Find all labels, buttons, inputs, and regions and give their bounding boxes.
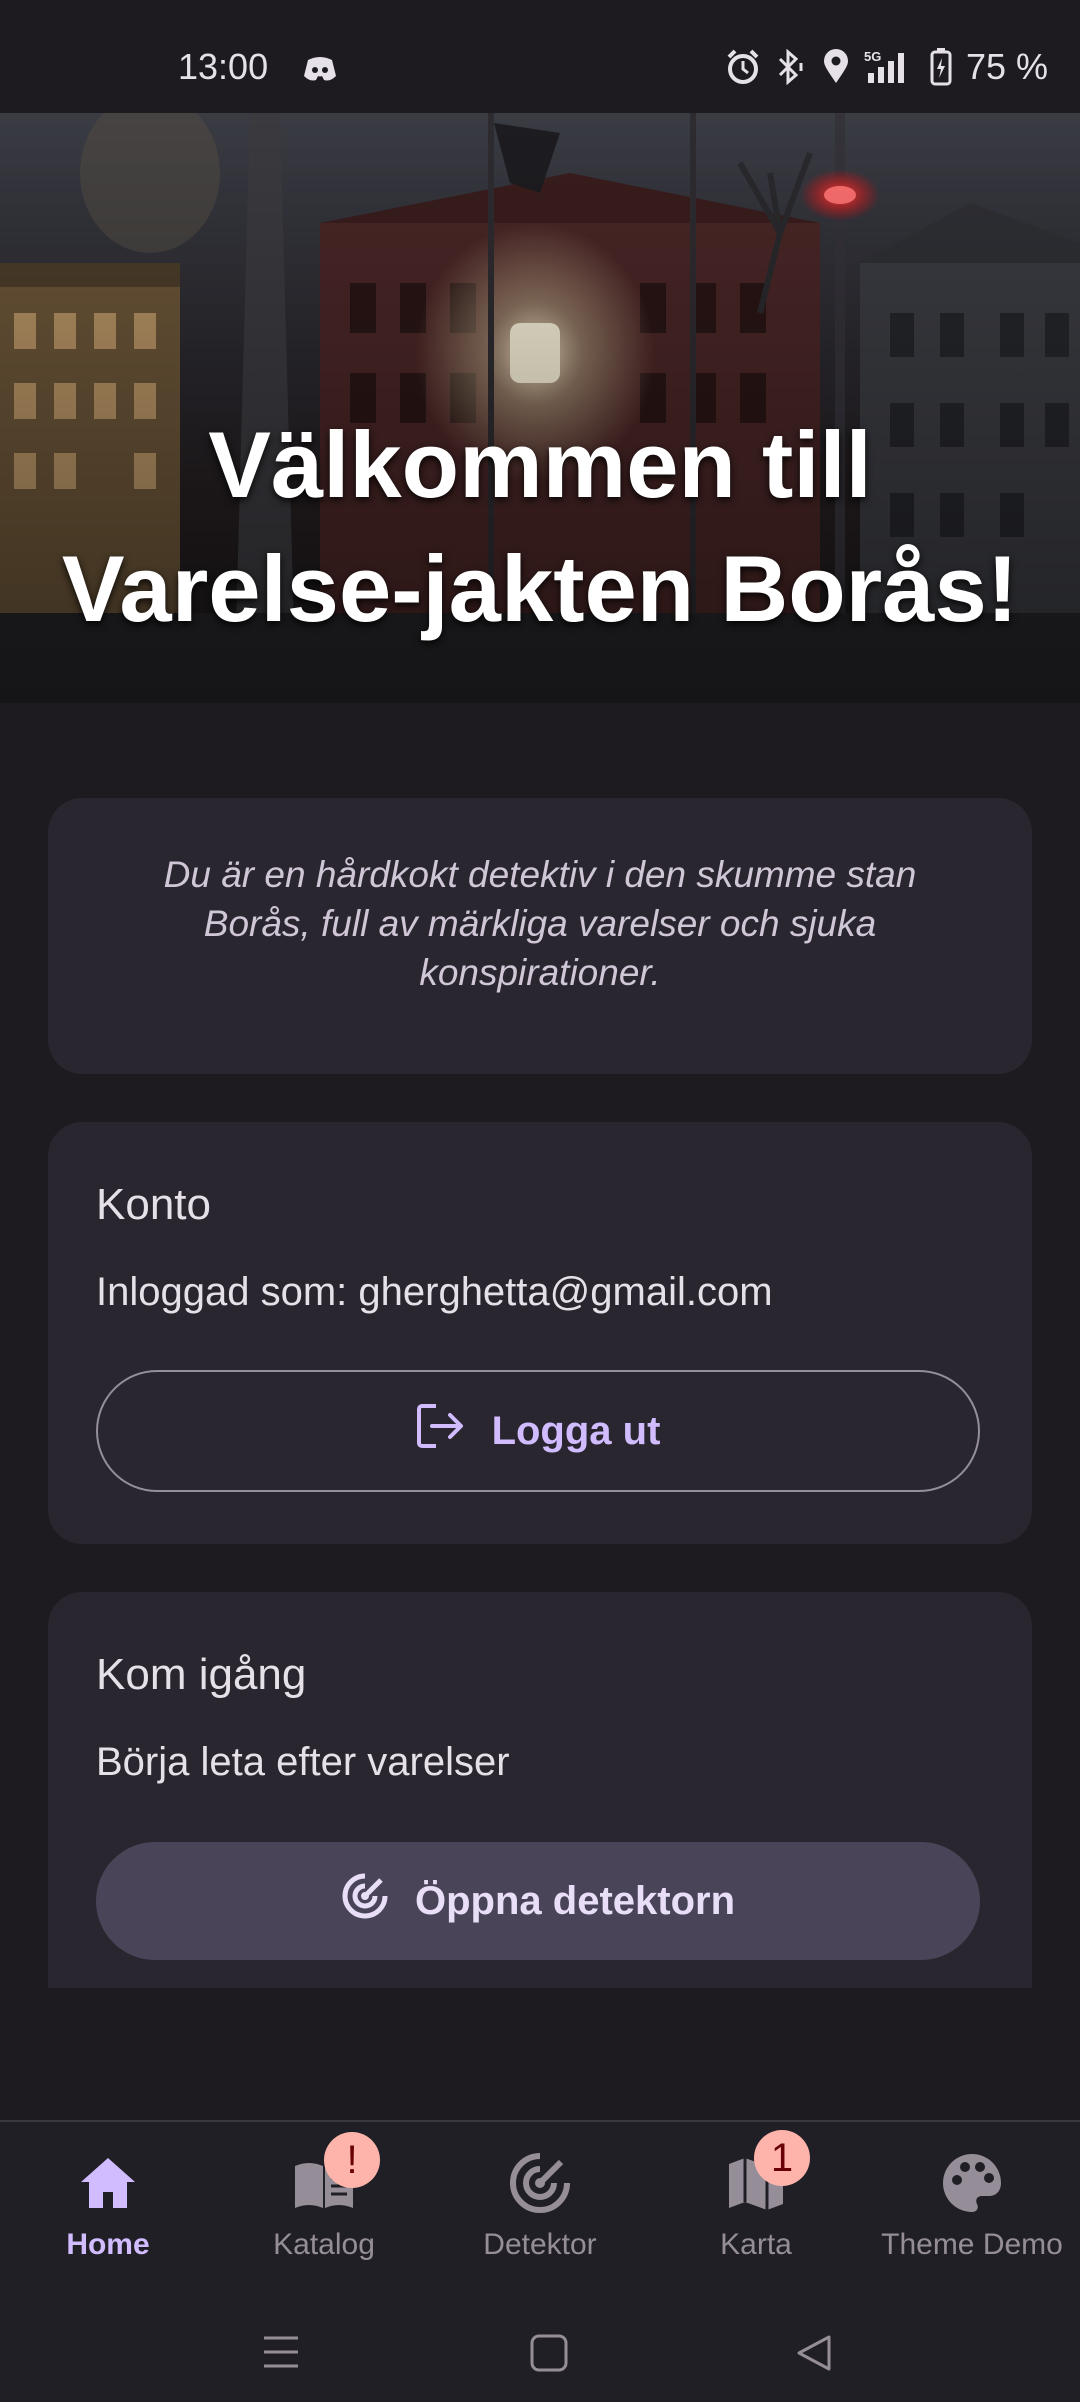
home-system-icon[interactable] [530, 2334, 568, 2372]
nav-theme-demo[interactable]: Theme Demo [864, 2122, 1080, 2312]
hero-banner: Välkommen till Varelse-jakten Borås! [0, 113, 1080, 703]
bluetooth-icon [774, 49, 808, 85]
welcome-title-line-2: Varelse-jakten Borås! [61, 536, 1019, 641]
nav-home-label: Home [66, 2228, 150, 2261]
intro-card: Du är en hårdkokt detektiv i den skumme … [48, 798, 1032, 1074]
karta-badge: 1 [754, 2130, 810, 2186]
nav-detektor[interactable]: Detektor [432, 2122, 648, 2312]
back-icon[interactable] [796, 2334, 832, 2372]
radar-icon [510, 2153, 570, 2213]
bottom-navigation: Home ! Katalog Detektor 1 Karta Theme De… [0, 2120, 1080, 2402]
get-started-title: Kom igång [96, 1650, 307, 1699]
system-navigation-bar [0, 2318, 1080, 2398]
logout-icon [416, 1403, 466, 1459]
account-card: Konto Inloggad som: gherghetta@gmail.com… [48, 1122, 1032, 1544]
svg-text:5G: 5G [864, 49, 881, 64]
nav-detektor-label: Detektor [483, 2228, 597, 2261]
alarm-icon [726, 49, 760, 85]
nav-katalog[interactable]: ! Katalog [216, 2122, 432, 2312]
intro-text: Du är en hårdkokt detektiv i den skumme … [163, 854, 917, 993]
logout-button[interactable]: Logga ut [96, 1370, 980, 1492]
nav-karta[interactable]: 1 Karta [648, 2122, 864, 2312]
nav-theme-demo-label: Theme Demo [881, 2228, 1063, 2261]
welcome-title: Välkommen till Varelse-jakten Borås! [0, 403, 1080, 651]
get-started-card: Kom igång Börja leta efter varelser Öppn… [48, 1592, 1032, 1988]
nav-katalog-label: Katalog [273, 2228, 375, 2261]
logged-in-text: Inloggad som: gherghetta@gmail.com [96, 1270, 773, 1314]
welcome-title-line-1: Välkommen till [208, 412, 872, 517]
battery-icon [930, 48, 952, 86]
account-title: Konto [96, 1180, 211, 1229]
status-time: 13:00 [178, 46, 269, 87]
radar-icon [341, 1872, 389, 1930]
katalog-badge: ! [324, 2132, 380, 2188]
nav-karta-label: Karta [720, 2228, 792, 2261]
battery-percentage: 75 % [965, 46, 1048, 87]
palette-icon [943, 2154, 1001, 2212]
discord-notification-icon [302, 56, 338, 89]
home-icon [81, 2158, 135, 2208]
open-detector-button[interactable]: Öppna detektorn [96, 1842, 980, 1960]
open-detector-label: Öppna detektorn [414, 1878, 736, 1923]
logout-label: Logga ut [491, 1408, 661, 1453]
location-icon [822, 49, 850, 85]
signal-icon: 5G [864, 49, 916, 85]
get-started-text: Börja leta efter varelser [96, 1740, 510, 1784]
status-bar: 13:00 5G 75 % [0, 0, 1080, 113]
nav-home[interactable]: Home [0, 2122, 216, 2312]
recent-apps-icon[interactable] [262, 2334, 300, 2370]
